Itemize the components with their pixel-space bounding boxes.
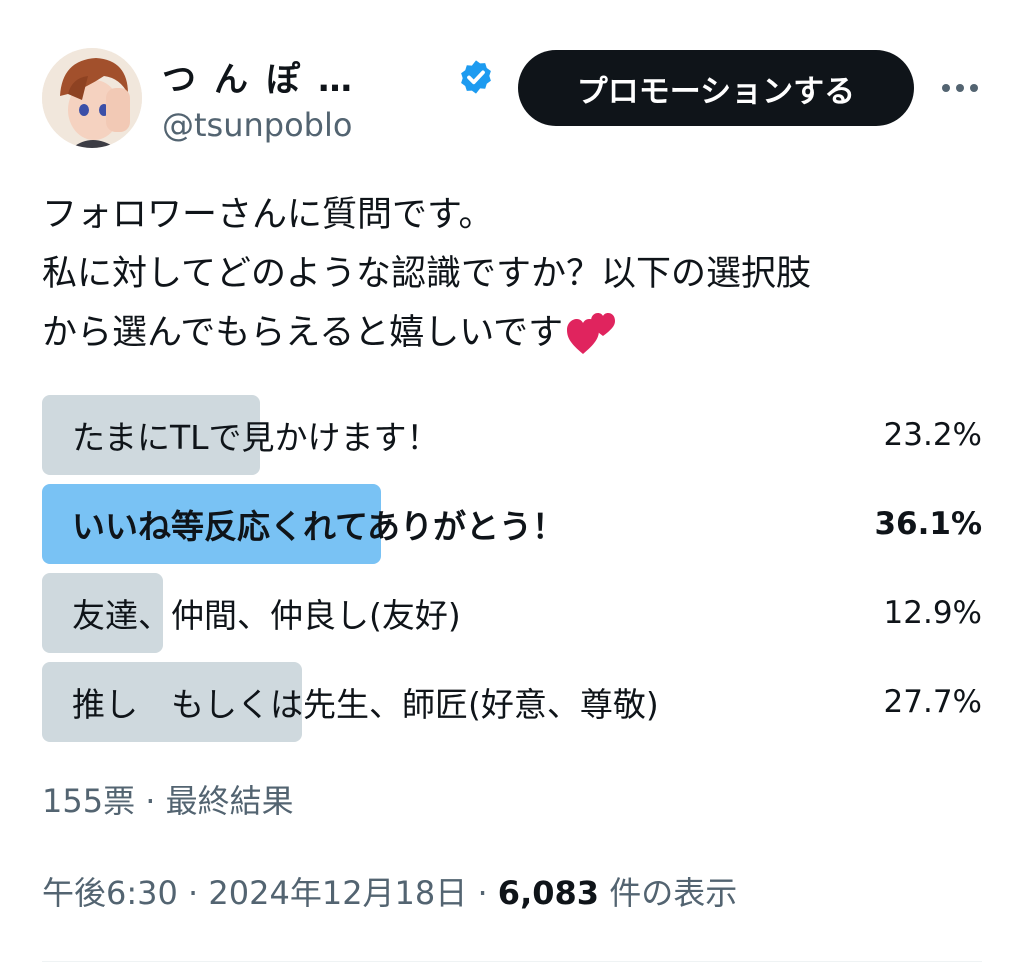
meta-separator: ·	[188, 874, 199, 912]
poll-option-winner: いいね等反応くれてありがとう！ 36.1%	[42, 484, 982, 564]
more-options-icon[interactable]	[935, 68, 985, 108]
poll-option: たまにTLで見かけます！ 23.2%	[42, 395, 982, 475]
poll-option: 友達、仲間、仲良し(友好) 12.9%	[42, 573, 982, 653]
poll-option-label: いいね等反応くれてありがとう！	[72, 507, 566, 546]
poll-option-label: たまにTLで見かけます！	[72, 418, 440, 457]
promote-button[interactable]: プロモーションする	[518, 50, 914, 126]
display-name[interactable]: つんぽ…	[162, 54, 370, 100]
poll-summary: 155票 · 最終結果	[42, 782, 294, 820]
tweet-date[interactable]: 2024年12月18日	[208, 874, 467, 912]
views-count[interactable]: 6,083	[498, 874, 599, 912]
poll-option-percent: 27.7%	[883, 684, 982, 720]
poll-option: 推し もしくは先生、師匠(好意、尊敬) 27.7%	[42, 662, 982, 742]
two-hearts-icon	[567, 313, 616, 354]
poll-option-percent: 36.1%	[874, 506, 982, 542]
verified-badge-icon	[461, 60, 491, 94]
tweet-time[interactable]: 午後6:30	[42, 874, 178, 912]
poll-option-percent: 23.2%	[883, 417, 982, 453]
avatar[interactable]	[42, 48, 142, 148]
divider	[42, 961, 982, 962]
poll-option-label: 推し もしくは先生、師匠(好意、尊敬)	[72, 685, 659, 724]
tweet-header: つんぽ… @tsunpoblo プロモーションする	[42, 48, 982, 148]
user-handle[interactable]: @tsunpoblo	[162, 106, 352, 144]
poll-option-label: 友達、仲間、仲良し(友好)	[72, 596, 461, 635]
poll-option-percent: 12.9%	[883, 595, 982, 631]
tweet-meta: 午後6:30 · 2024年12月18日 · 6,083 件の表示	[42, 868, 737, 914]
tweet-text: フォロワーさんに質問です。 私に対してどのような認識ですか？以下の選択肢 から選…	[42, 186, 982, 363]
meta-separator: ·	[477, 874, 488, 912]
views-label: 件の表示	[609, 874, 738, 912]
tweet-body: フォロワーさんに質問です。 私に対してどのような認識ですか？以下の選択肢 から選…	[42, 195, 811, 353]
